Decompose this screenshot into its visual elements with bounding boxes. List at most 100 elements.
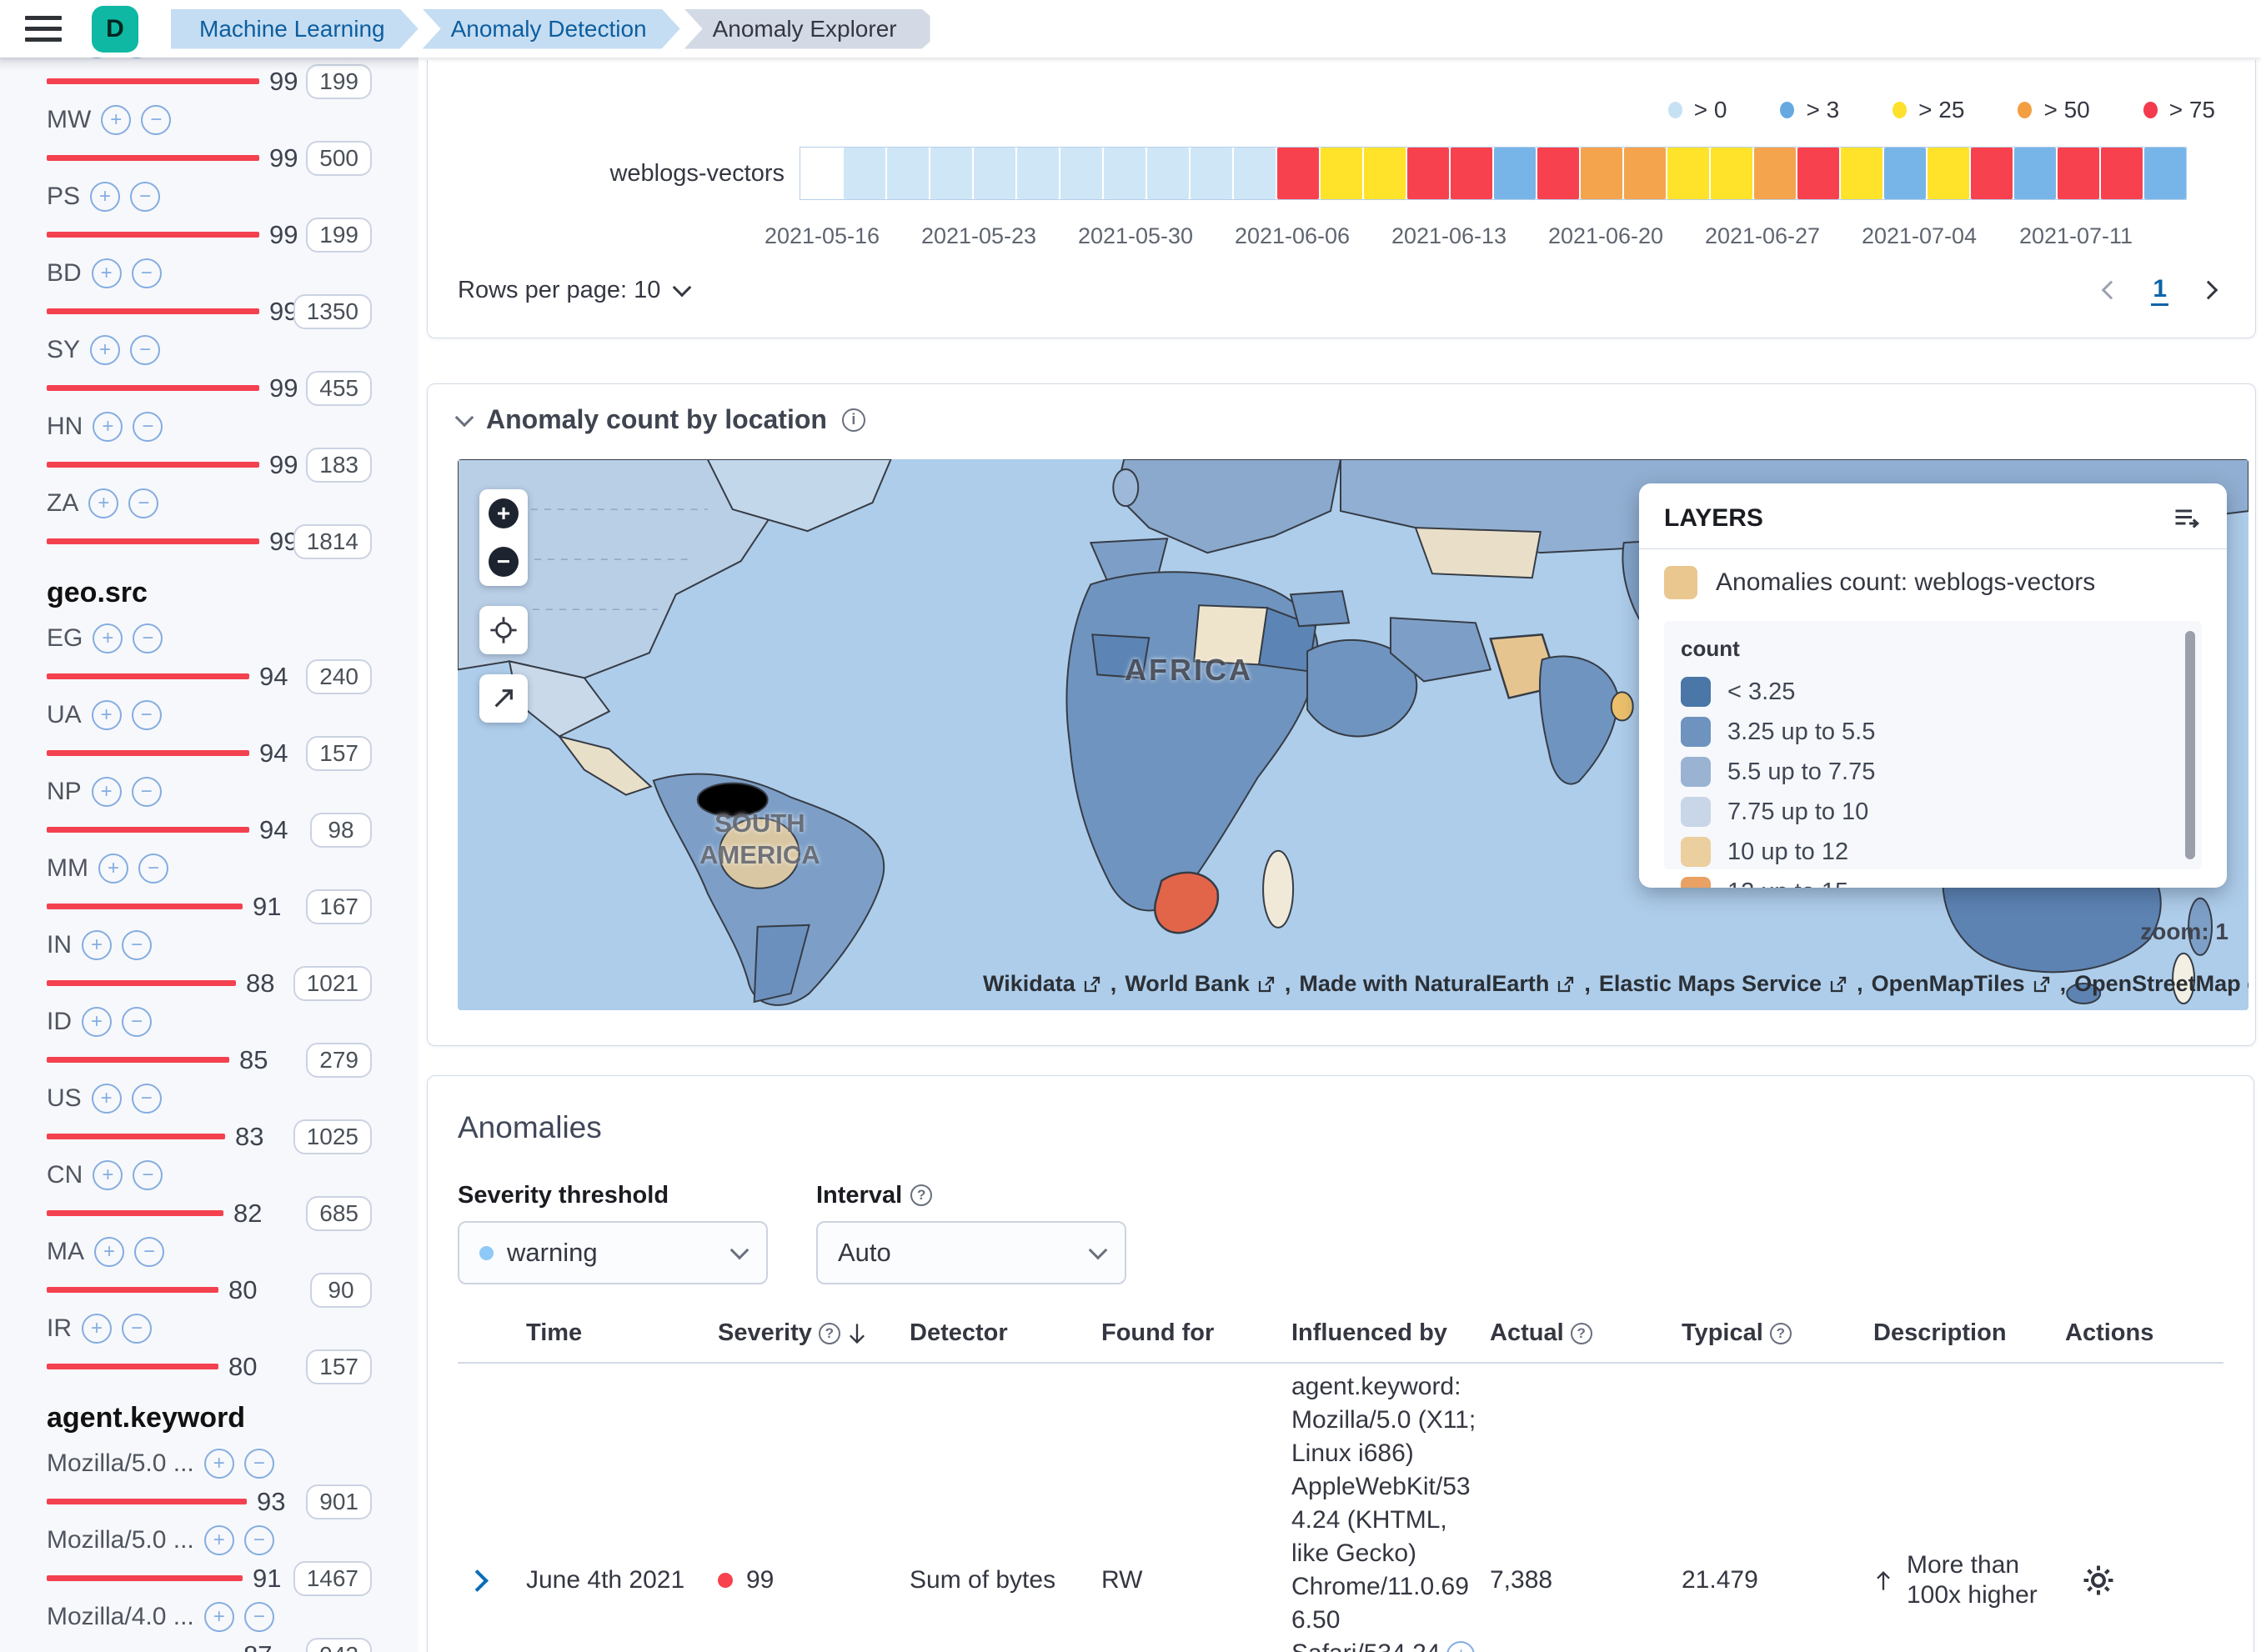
swimlane-cell[interactable]	[1234, 148, 1276, 199]
swimlane-cell[interactable]	[844, 148, 885, 199]
remove-filter-button[interactable]: −	[134, 1237, 164, 1267]
swimlane-cell[interactable]	[800, 148, 842, 199]
map-zoom-in-button[interactable]: +	[479, 489, 528, 538]
swimlane-cell[interactable]	[1104, 148, 1146, 199]
remove-filter-button[interactable]: −	[133, 1160, 163, 1190]
remove-filter-button[interactable]: −	[132, 258, 162, 288]
remove-filter-button[interactable]: −	[244, 1525, 274, 1555]
menu-icon[interactable]	[25, 16, 62, 42]
remove-filter-button[interactable]: −	[122, 1007, 152, 1037]
interval-select[interactable]: Auto	[816, 1221, 1126, 1284]
col-typical[interactable]: Typical ?	[1682, 1319, 1873, 1347]
map-layer-item[interactable]: Anomalies count: weblogs-vectors	[1664, 566, 2202, 599]
swimlane-cell[interactable]	[1060, 148, 1102, 199]
attribution-source[interactable]: Wikidata	[983, 971, 1102, 997]
add-filter-icon[interactable]: +	[1446, 1641, 1475, 1652]
swimlane-cell[interactable]	[1494, 148, 1536, 199]
remove-filter-button[interactable]: −	[132, 1084, 162, 1114]
swimlane-cell[interactable]	[2144, 148, 2186, 199]
page-number[interactable]: 1	[2151, 275, 2168, 306]
collapse-section-icon[interactable]	[455, 408, 474, 427]
swimlane-cell[interactable]	[1797, 148, 1839, 199]
add-filter-button[interactable]: +	[82, 1007, 112, 1037]
help-icon[interactable]: ?	[1770, 1323, 1792, 1344]
next-page-icon[interactable]	[2199, 281, 2218, 300]
swimlane-cell[interactable]	[1581, 148, 1622, 199]
attribution-source[interactable]: World Bank	[1125, 971, 1276, 997]
attribution-source[interactable]: Made with NaturalEarth	[1299, 971, 1576, 997]
map-locate-button[interactable]	[479, 606, 528, 654]
breadcrumb-item-1[interactable]: Machine Learning	[171, 9, 419, 49]
col-influenced-by[interactable]: Influenced by	[1291, 1319, 1490, 1347]
swimlane-cell[interactable]	[2101, 148, 2143, 199]
col-description[interactable]: Description	[1873, 1319, 2065, 1347]
remove-filter-button[interactable]: −	[138, 854, 168, 884]
attribution-source[interactable]: OpenStreetMap contributors	[2074, 971, 2248, 997]
remove-filter-button[interactable]: −	[133, 623, 163, 653]
rows-per-page-button[interactable]: Rows per page: 10	[458, 277, 689, 304]
remove-filter-button[interactable]: −	[244, 1449, 274, 1479]
add-filter-button[interactable]: +	[204, 1602, 234, 1632]
help-icon[interactable]: ?	[1571, 1323, 1592, 1344]
add-filter-button[interactable]: +	[93, 623, 123, 653]
breadcrumb-item-3[interactable]: Anomaly Explorer	[684, 9, 930, 49]
help-icon[interactable]: ?	[819, 1323, 840, 1344]
legend-scrollbar[interactable]	[2185, 631, 2195, 859]
remove-filter-button[interactable]: −	[132, 700, 162, 730]
swimlane-cell[interactable]	[1321, 148, 1362, 199]
swimlane-cell[interactable]	[1537, 148, 1579, 199]
swimlane-cell[interactable]	[1017, 148, 1059, 199]
info-icon[interactable]: i	[842, 408, 865, 432]
add-filter-button[interactable]: +	[90, 335, 120, 365]
col-time[interactable]: Time	[526, 1319, 718, 1347]
swimlane-cell[interactable]	[974, 148, 1015, 199]
swimlane-cell[interactable]	[1277, 148, 1319, 199]
swimlane-cell[interactable]	[1667, 148, 1709, 199]
remove-filter-button[interactable]: −	[128, 488, 158, 518]
remove-filter-button[interactable]: −	[122, 930, 152, 960]
space-avatar[interactable]: D	[92, 6, 138, 53]
swimlane-cell[interactable]	[887, 148, 929, 199]
add-filter-button[interactable]: +	[93, 412, 123, 442]
swimlane-cell[interactable]	[2014, 148, 2056, 199]
previous-page-icon[interactable]	[2102, 281, 2121, 300]
collapse-layers-icon[interactable]	[2172, 503, 2202, 533]
breadcrumb-item-2[interactable]: Anomaly Detection	[423, 9, 680, 49]
remove-filter-button[interactable]: −	[122, 1314, 152, 1344]
world-map[interactable]: + −	[458, 459, 2248, 1010]
help-icon[interactable]: ?	[910, 1184, 932, 1206]
add-filter-button[interactable]: +	[88, 488, 118, 518]
remove-filter-button[interactable]: −	[130, 182, 160, 212]
swimlane-cell[interactable]	[1624, 148, 1666, 199]
remove-filter-button[interactable]: −	[132, 777, 162, 807]
remove-filter-button[interactable]: −	[130, 335, 160, 365]
swimlane-cell[interactable]	[1451, 148, 1492, 199]
remove-filter-button[interactable]: −	[133, 412, 163, 442]
gear-icon[interactable]	[2082, 1564, 2115, 1597]
add-filter-button[interactable]: +	[101, 105, 131, 135]
add-filter-button[interactable]: +	[94, 1237, 124, 1267]
add-filter-button[interactable]: +	[92, 258, 122, 288]
remove-filter-button[interactable]: −	[244, 1602, 274, 1632]
add-filter-button[interactable]: +	[82, 930, 112, 960]
swimlane-cell[interactable]	[1711, 148, 1752, 199]
add-filter-button[interactable]: +	[82, 1314, 112, 1344]
swimlane-cell[interactable]	[2058, 148, 2099, 199]
swimlane-cell[interactable]	[1928, 148, 1969, 199]
col-found-for[interactable]: Found for	[1101, 1319, 1291, 1347]
swimlane-cell[interactable]	[1884, 148, 1926, 199]
swimlane-cell[interactable]	[1754, 148, 1796, 199]
add-filter-button[interactable]: +	[98, 854, 128, 884]
col-detector[interactable]: Detector	[910, 1319, 1101, 1347]
remove-filter-button[interactable]: −	[141, 105, 171, 135]
map-zoom-out-button[interactable]: −	[479, 538, 528, 586]
add-filter-button[interactable]: +	[92, 1084, 122, 1114]
swimlane-cell[interactable]	[1841, 148, 1882, 199]
severity-threshold-select[interactable]: warning	[458, 1221, 768, 1284]
add-filter-button[interactable]: +	[92, 700, 122, 730]
map-expand-button[interactable]	[479, 674, 528, 723]
add-filter-button[interactable]: +	[204, 1449, 234, 1479]
add-filter-button[interactable]: +	[204, 1525, 234, 1555]
attribution-source[interactable]: Elastic Maps Service	[1599, 971, 1848, 997]
add-filter-button[interactable]: +	[92, 777, 122, 807]
